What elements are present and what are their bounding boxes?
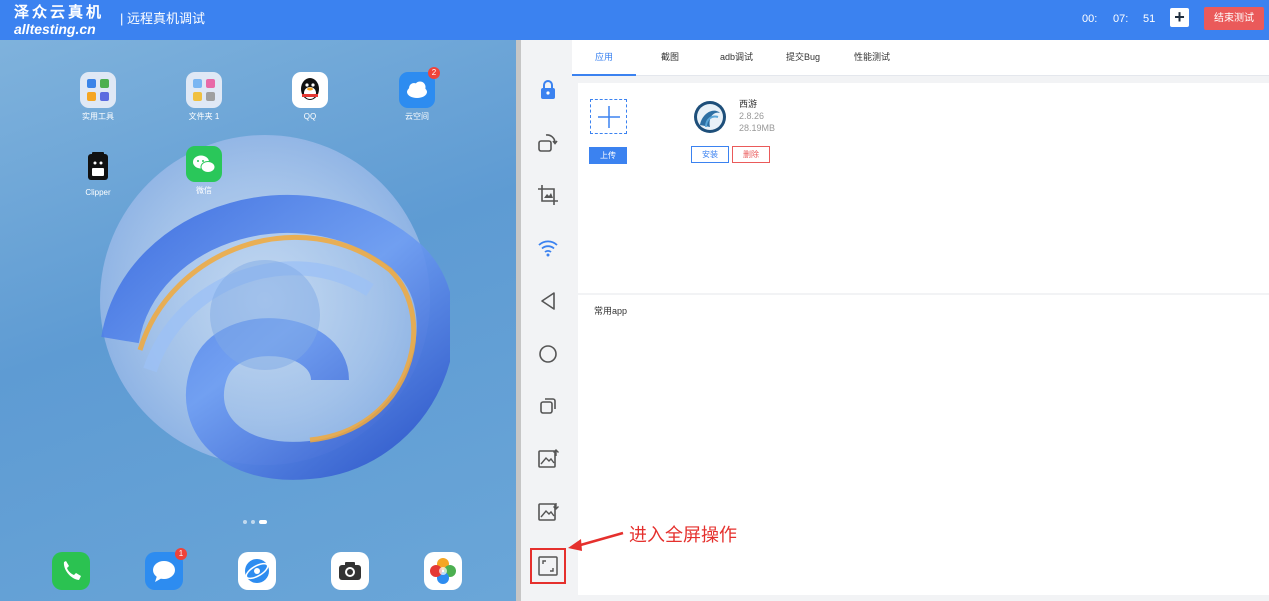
app-version: 2.8.26	[739, 111, 765, 121]
app-wechat[interactable]: 微信	[174, 146, 234, 196]
annotation-text: 进入全屏操作	[629, 525, 737, 545]
image-download-icon[interactable]	[536, 500, 560, 524]
device-screen[interactable]: 实用工具 文件夹 1 QQ 2 云空间 Clipper 微信 1	[0, 40, 516, 601]
utilities-folder-icon	[80, 72, 116, 108]
back-icon[interactable]	[536, 289, 560, 313]
wifi-icon[interactable]	[536, 236, 560, 260]
app-label: 云空间	[405, 112, 429, 121]
phone-icon[interactable]	[52, 552, 90, 590]
lock-icon[interactable]	[536, 78, 560, 102]
app-label: QQ	[303, 112, 317, 121]
brand-logo: 泽众云真机 alltesting.cn	[14, 4, 114, 37]
app-clipper[interactable]: Clipper	[68, 148, 128, 198]
delete-button[interactable]: 删除	[732, 146, 770, 163]
app-cloud[interactable]: 2 云空间	[387, 67, 447, 122]
common-apps-label: 常用app	[594, 306, 628, 316]
crop-icon[interactable]	[536, 183, 560, 207]
rotate-icon[interactable]	[536, 131, 560, 155]
recent-apps-icon[interactable]	[536, 394, 560, 418]
notification-badge: 2	[428, 67, 440, 79]
app-utilities[interactable]: 实用工具	[68, 72, 128, 122]
page-dot	[251, 520, 255, 524]
wechat-icon	[186, 146, 222, 182]
timer-seconds: 51	[1143, 13, 1156, 25]
tab-screenshot[interactable]: 截图	[661, 51, 679, 63]
upload-dropzone[interactable]	[590, 99, 627, 134]
messages-icon[interactable]: 1	[145, 548, 187, 590]
wallpaper-swirl	[100, 135, 450, 480]
app-size: 28.19MB	[739, 123, 776, 133]
app-label: Clipper	[85, 188, 111, 197]
page-title: | 远程真机调试	[120, 11, 205, 26]
page-indicator	[243, 520, 273, 526]
tab-apps[interactable]: 应用	[595, 51, 613, 63]
android-icon	[80, 148, 116, 184]
fullscreen-icon[interactable]	[536, 554, 560, 578]
notification-badge: 1	[175, 548, 187, 560]
qq-icon	[292, 72, 328, 108]
common-apps-section: 常用app	[578, 295, 1269, 595]
active-tab-indicator	[572, 74, 636, 76]
install-button[interactable]: 安装	[691, 146, 729, 163]
annotation-arrow	[568, 531, 624, 551]
tab-adb-debug[interactable]: adb调试	[720, 51, 753, 63]
browser-icon[interactable]	[238, 552, 276, 590]
upload-button[interactable]: 上传	[589, 147, 627, 164]
app-label: 实用工具	[82, 112, 114, 121]
plus-icon	[598, 106, 620, 128]
top-bar: 泽众云真机 alltesting.cn | 远程真机调试 00: 07: 51 …	[0, 0, 1269, 40]
app-label: 文件夹 1	[188, 112, 220, 121]
app-management-area: 上传 西游 2.8.26 28.19MB 安装 删除	[578, 83, 1269, 293]
add-time-button[interactable]: +	[1170, 8, 1189, 27]
cloud-icon: 2	[399, 67, 440, 108]
image-upload-icon[interactable]	[536, 447, 560, 471]
brand-name-en: alltesting.cn	[14, 21, 96, 37]
app-qq[interactable]: QQ	[280, 72, 340, 122]
tab-submit-bug[interactable]: 提交Bug	[786, 51, 820, 63]
tab-performance[interactable]: 性能测试	[854, 51, 890, 63]
tool-sidebar	[521, 40, 572, 601]
camera-icon[interactable]	[331, 552, 369, 590]
app-folder-1[interactable]: 文件夹 1	[174, 72, 234, 122]
page-dot-active	[259, 520, 267, 524]
timer-minutes: 07:	[1113, 13, 1129, 25]
app-label: 微信	[196, 186, 212, 195]
brand-name-cn: 泽众云真机	[14, 4, 105, 21]
app-name: 西游	[739, 99, 758, 109]
timer-hours: 00:	[1082, 13, 1098, 25]
home-icon[interactable]	[536, 342, 560, 366]
gallery-icon[interactable]	[424, 552, 462, 590]
xiyou-app-icon	[694, 101, 726, 133]
page-dot	[243, 520, 247, 524]
end-test-button[interactable]: 结束测试	[1204, 7, 1264, 30]
tab-bar: 应用 截图 adb调试 提交Bug 性能测试	[572, 40, 1269, 76]
folder-icon	[186, 72, 222, 108]
control-panel: 应用 截图 adb调试 提交Bug 性能测试 上传 西游 2.8.26 28.1…	[521, 40, 1269, 601]
